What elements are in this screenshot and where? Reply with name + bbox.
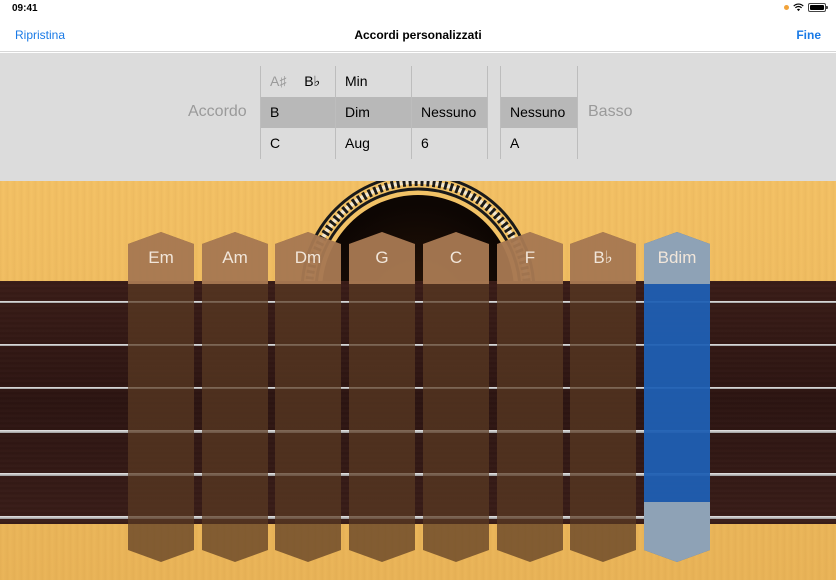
bass-option-selected[interactable]: Nessuno	[501, 97, 577, 128]
chord-label: B♭	[593, 248, 613, 267]
recording-indicator-icon	[784, 5, 789, 10]
navigation-bar: Ripristina Accordi personalizzati Fine	[0, 18, 836, 52]
bass-picker-label: Basso	[588, 103, 633, 120]
chord-label: Dm	[294, 248, 322, 267]
root-option-a-sharp[interactable]: A♯	[270, 73, 286, 89]
root-option-above[interactable]: A♯ B♭	[261, 66, 335, 97]
chord-strip-B♭[interactable]: B♭	[570, 232, 636, 562]
wifi-icon	[793, 3, 804, 12]
status-icons	[784, 3, 828, 12]
root-note-wheel[interactable]: A♯ B♭ B C	[260, 66, 336, 159]
guitar-string[interactable]	[0, 387, 836, 389]
extension-option-above[interactable]	[412, 66, 487, 97]
extension-option-below[interactable]: 6	[412, 128, 487, 159]
bass-wheel[interactable]: Nessuno A	[500, 66, 578, 159]
guitar-string[interactable]	[0, 473, 836, 476]
chord-strip-shape	[644, 232, 710, 562]
guitar-string[interactable]	[0, 301, 836, 303]
guitar-string[interactable]	[0, 344, 836, 346]
quality-wheel[interactable]: Min Dim Aug	[336, 66, 412, 159]
chord-picker-label: Accordo	[188, 103, 247, 120]
chord-label: C	[449, 248, 463, 267]
chord-strip-shape	[275, 232, 341, 562]
chord-label: G	[375, 248, 389, 267]
chord-strip-shape	[202, 232, 268, 562]
guitar-string[interactable]	[0, 516, 836, 519]
guitar-string[interactable]	[0, 430, 836, 433]
chord-strip-shape	[128, 232, 194, 562]
chord-strip-F[interactable]: F	[497, 232, 563, 562]
chord-label: Bdim	[657, 248, 697, 267]
bass-option-above[interactable]	[501, 66, 577, 97]
root-option-b-flat[interactable]: B♭	[304, 73, 320, 89]
chord-strip-G[interactable]: G	[349, 232, 415, 562]
root-option-selected[interactable]: B	[261, 97, 335, 128]
chord-strip-shape	[570, 232, 636, 562]
chord-strip-shape	[497, 232, 563, 562]
chord-strip-C[interactable]: C	[423, 232, 489, 562]
quality-option-above[interactable]: Min	[336, 66, 411, 97]
extension-wheel[interactable]: Nessuno 6	[412, 66, 488, 159]
quality-option-below[interactable]: Aug	[336, 128, 411, 159]
status-time: 09:41	[12, 3, 38, 14]
page-title: Accordi personalizzati	[354, 28, 482, 42]
chord-strip-Em[interactable]: Em	[128, 232, 194, 562]
status-bar: 09:41	[0, 0, 836, 18]
root-option-below[interactable]: C	[261, 128, 335, 159]
chord-strip-Am[interactable]: Am	[202, 232, 268, 562]
bass-option-below[interactable]: A	[501, 128, 577, 159]
guitar-body: Em Am Dm G C F B♭ Bdim	[0, 181, 836, 580]
chord-strip-Bdim[interactable]: Bdim	[644, 232, 710, 562]
battery-icon	[808, 3, 828, 12]
quality-option-selected[interactable]: Dim	[336, 97, 411, 128]
chord-strip-Dm[interactable]: Dm	[275, 232, 341, 562]
done-button[interactable]: Fine	[796, 28, 821, 42]
chord-label: F	[524, 248, 536, 267]
chord-strip-shape	[423, 232, 489, 562]
chord-label: Em	[148, 248, 174, 267]
chord-label: Am	[222, 248, 248, 267]
fretboard	[0, 281, 836, 524]
chord-picker: Accordo A♯ B♭ B C Min Dim Aug Nessuno 6 …	[0, 53, 836, 181]
chord-strip-shape	[349, 232, 415, 562]
fretboard-texture	[0, 281, 836, 524]
extension-option-selected[interactable]: Nessuno	[412, 97, 487, 128]
